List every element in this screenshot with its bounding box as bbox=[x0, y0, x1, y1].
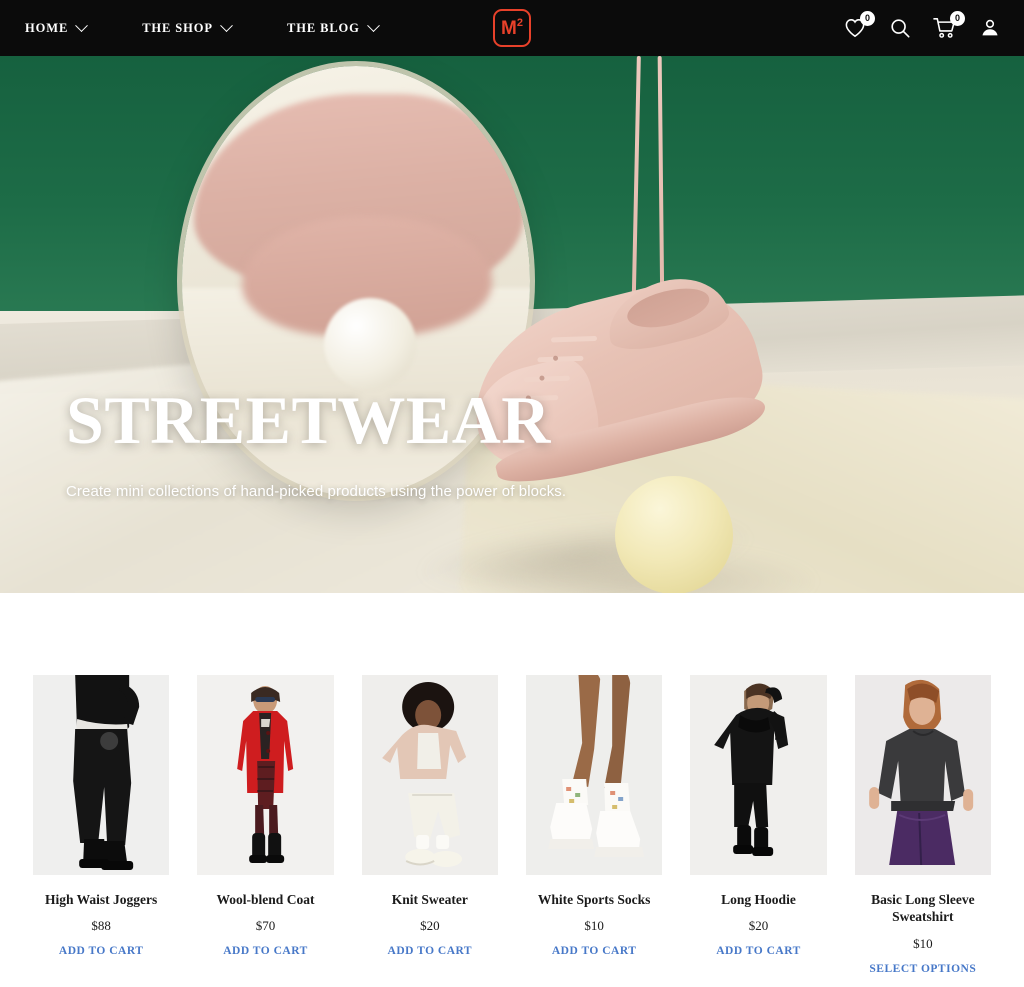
product-price: $10 bbox=[913, 935, 933, 951]
product-title[interactable]: Basic Long Sleeve Sweatshirt bbox=[855, 891, 991, 926]
product-price: $20 bbox=[748, 918, 769, 934]
product-image-long-hoodie[interactable] bbox=[690, 675, 827, 875]
add-to-cart-button[interactable]: ADD TO CART bbox=[552, 945, 637, 957]
chevron-down-icon bbox=[366, 18, 380, 32]
product-price: $20 bbox=[420, 918, 440, 934]
add-to-cart-button[interactable]: ADD TO CART bbox=[223, 945, 308, 957]
product-photo-sweatshirt bbox=[854, 675, 991, 875]
user-icon bbox=[982, 19, 998, 36]
product-image-knit-sweater[interactable] bbox=[361, 675, 498, 875]
header-actions: 0 0 bbox=[843, 0, 1002, 56]
primary-navigation: HOME THE SHOP THE BLOG bbox=[0, 15, 380, 42]
search-button[interactable] bbox=[888, 16, 912, 40]
nav-item-the-blog-label: THE BLOG bbox=[286, 20, 360, 35]
nav-item-the-shop-label: THE SHOP bbox=[142, 20, 213, 35]
nav-item-the-blog[interactable]: THE BLOG bbox=[286, 15, 380, 42]
product-image-basic-long-sleeve-sweatshirt[interactable] bbox=[854, 675, 991, 875]
hero-subtitle: Create mini collections of hand-picked p… bbox=[66, 483, 567, 500]
product-title[interactable]: Wool-blend Coat bbox=[217, 891, 315, 908]
product-title[interactable]: White Sports Socks bbox=[538, 891, 651, 908]
hero-mirror-sphere-reflection bbox=[324, 298, 416, 390]
hero-banner: STREETWEAR Create mini collections of ha… bbox=[0, 56, 1024, 593]
search-icon bbox=[891, 19, 910, 38]
wishlist-count-badge: 0 bbox=[860, 11, 875, 26]
nav-item-home[interactable]: HOME bbox=[25, 15, 89, 42]
product-price: $88 bbox=[91, 918, 111, 934]
logo-mark: M2 bbox=[493, 9, 531, 47]
product-card: High Waist Joggers $88 ADD TO CART bbox=[33, 675, 170, 975]
product-card: Basic Long Sleeve Sweatshirt $10 SELECT … bbox=[854, 675, 991, 975]
product-card: Long Hoodie $20 ADD TO CART bbox=[690, 675, 827, 975]
product-photo-hoodie bbox=[690, 675, 827, 875]
product-title[interactable]: Long Hoodie bbox=[721, 891, 796, 908]
hero-title: STREETWEAR bbox=[66, 382, 551, 458]
site-logo[interactable]: M2 bbox=[493, 9, 531, 47]
product-card: White Sports Socks $10 ADD TO CART bbox=[525, 675, 663, 975]
account-button[interactable] bbox=[978, 16, 1002, 40]
add-to-cart-button[interactable]: ADD TO CART bbox=[59, 945, 144, 957]
hero-copy: STREETWEAR Create mini collections of ha… bbox=[66, 386, 566, 500]
product-card: Wool-blend Coat $70 ADD TO CART bbox=[197, 675, 334, 975]
cart-count-badge: 0 bbox=[950, 11, 965, 26]
wishlist-button[interactable]: 0 bbox=[843, 11, 875, 40]
product-card: Knit Sweater $20 ADD TO CART bbox=[361, 675, 498, 975]
product-title[interactable]: Knit Sweater bbox=[392, 891, 468, 908]
product-image-high-waist-joggers[interactable] bbox=[33, 675, 170, 875]
chevron-down-icon bbox=[75, 18, 89, 32]
hero-image bbox=[0, 56, 1024, 593]
product-image-wool-blend-coat[interactable] bbox=[197, 675, 334, 875]
logo-letter: M bbox=[501, 17, 517, 39]
chevron-down-icon bbox=[220, 18, 233, 32]
product-photo-joggers bbox=[33, 675, 170, 875]
product-grid: High Waist Joggers $88 ADD TO CART Wool-… bbox=[33, 675, 991, 975]
product-collection: High Waist Joggers $88 ADD TO CART Wool-… bbox=[0, 593, 1024, 975]
product-title[interactable]: High Waist Joggers bbox=[45, 891, 157, 908]
site-header: HOME THE SHOP THE BLOG M2 0 0 bbox=[0, 0, 1024, 56]
product-photo-socks bbox=[525, 675, 663, 875]
product-price: $10 bbox=[584, 918, 604, 934]
cart-button[interactable]: 0 bbox=[933, 11, 965, 40]
add-to-cart-button[interactable]: ADD TO CART bbox=[388, 945, 473, 957]
nav-item-home-label: HOME bbox=[25, 20, 69, 35]
add-to-cart-button[interactable]: ADD TO CART bbox=[716, 945, 801, 957]
product-photo-knit-sweater bbox=[361, 675, 498, 875]
product-photo-coat bbox=[197, 675, 334, 875]
nav-item-the-shop[interactable]: THE SHOP bbox=[142, 15, 233, 42]
select-options-button[interactable]: SELECT OPTIONS bbox=[869, 963, 976, 975]
product-price: $70 bbox=[255, 918, 276, 934]
logo-superscript: 2 bbox=[516, 16, 523, 29]
product-image-white-sports-socks[interactable] bbox=[525, 675, 663, 875]
